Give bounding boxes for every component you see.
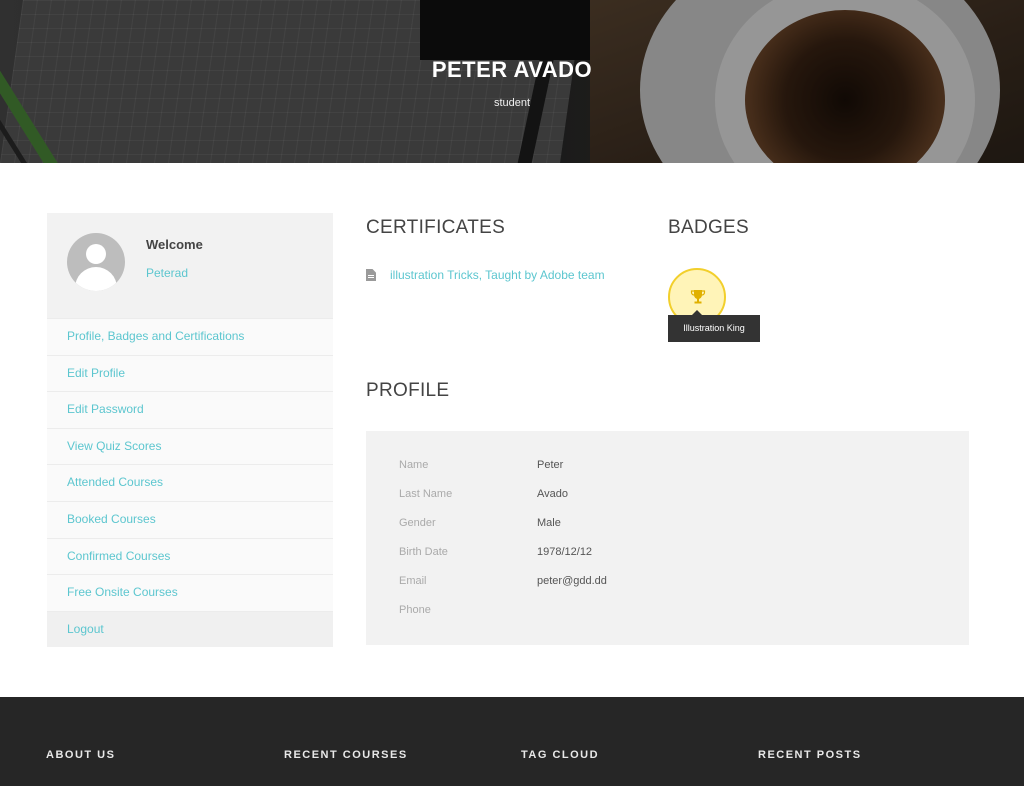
page-title: PETER AVADO bbox=[431, 57, 593, 82]
footer-heading-recent-posts: RECENT POSTS bbox=[758, 749, 862, 761]
sidebar-item-free-onsite-courses[interactable]: Free Onsite Courses bbox=[47, 574, 333, 611]
profile-value: Avado bbox=[537, 488, 568, 500]
page-subtitle: student bbox=[493, 97, 531, 109]
user-welcome-box: Welcome Peterad bbox=[47, 213, 333, 318]
trophy-icon bbox=[690, 290, 706, 304]
sidebar-item-edit-profile[interactable]: Edit Profile bbox=[47, 354, 333, 392]
document-icon bbox=[366, 269, 376, 281]
profile-value: 1978/12/12 bbox=[537, 546, 593, 558]
profile-sidebar: Welcome Peterad Profile, Badges and Cert… bbox=[47, 213, 333, 648]
sidebar-item-edit-password[interactable]: Edit Password bbox=[47, 391, 333, 428]
profile-label: Email bbox=[399, 575, 427, 587]
badge-tooltip: Illustration King bbox=[668, 310, 760, 342]
profile-value: peter@gdd.dd bbox=[537, 575, 607, 587]
profile-details-box: Name Peter Last Name Avado Gender Male B… bbox=[366, 431, 969, 645]
sidebar-item-confirmed-courses[interactable]: Confirmed Courses bbox=[47, 537, 333, 575]
profile-label: Birth Date bbox=[399, 546, 448, 558]
avatar bbox=[67, 233, 125, 291]
profile-label: Last Name bbox=[399, 488, 453, 500]
certificate-item: illustration Tricks, Taught by Adobe tea… bbox=[366, 268, 605, 282]
welcome-label: Welcome bbox=[146, 237, 203, 252]
footer-heading-tag-cloud: TAG CLOUD bbox=[521, 749, 600, 761]
profile-label: Gender bbox=[399, 517, 436, 529]
profile-value: Peter bbox=[537, 459, 564, 471]
sidebar-item-attended-courses[interactable]: Attended Courses bbox=[47, 464, 333, 501]
certificates-heading: CERTIFICATES bbox=[366, 217, 506, 238]
footer-heading-recent-courses: RECENT COURSES bbox=[284, 749, 408, 761]
username-link[interactable]: Peterad bbox=[146, 266, 188, 280]
certificate-link[interactable]: illustration Tricks, Taught by Adobe tea… bbox=[390, 268, 605, 282]
profile-heading: PROFILE bbox=[366, 380, 450, 401]
sidebar-item-profile-badges-certifications[interactable]: Profile, Badges and Certifications bbox=[47, 318, 333, 355]
hero-banner: PETER AVADO student bbox=[0, 0, 1024, 163]
sidebar-item-booked-courses[interactable]: Booked Courses bbox=[47, 500, 333, 538]
profile-label: Phone bbox=[399, 604, 431, 616]
profile-value: Male bbox=[537, 517, 561, 529]
sidebar-item-view-quiz-scores[interactable]: View Quiz Scores bbox=[47, 427, 333, 465]
badges-heading: BADGES bbox=[668, 217, 749, 238]
site-footer: ABOUT US RECENT COURSES TAG CLOUD RECENT… bbox=[0, 697, 1024, 786]
profile-label: Name bbox=[399, 459, 429, 471]
sidebar-item-logout[interactable]: Logout bbox=[47, 610, 333, 648]
footer-heading-about-us: ABOUT US bbox=[46, 749, 116, 761]
